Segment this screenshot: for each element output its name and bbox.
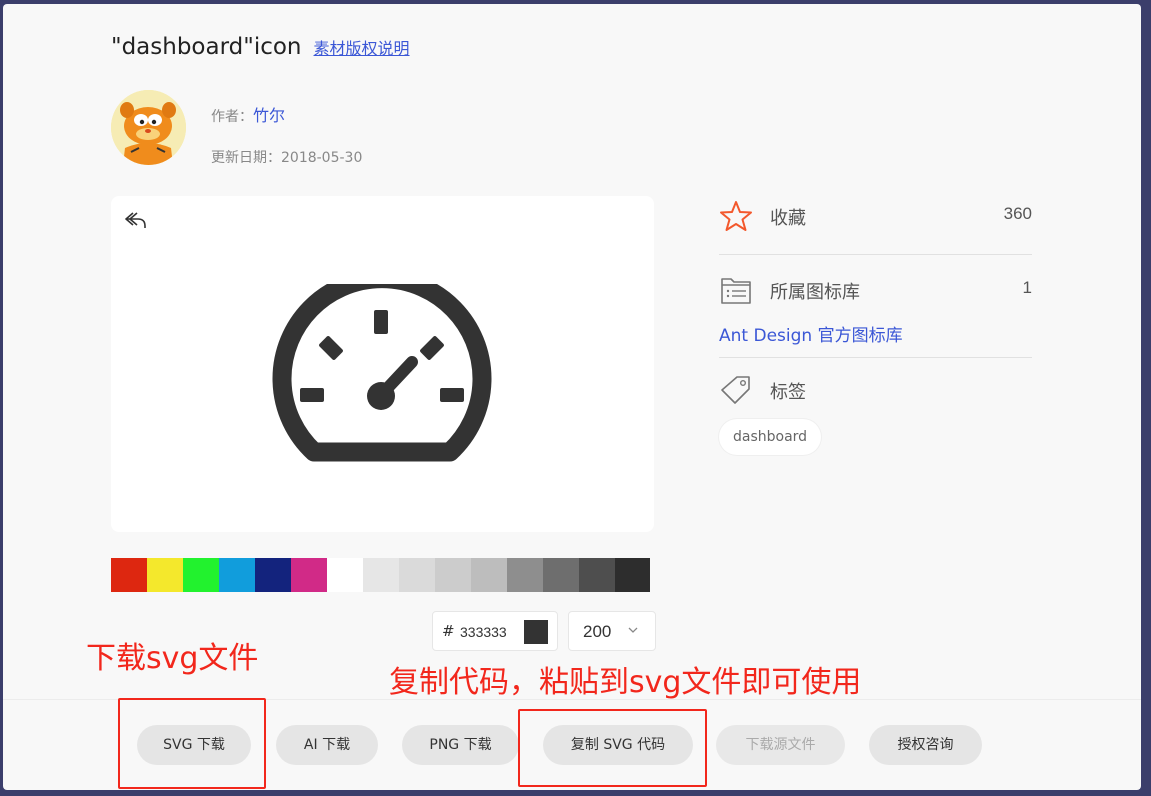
author-line: 作者：竹尔 — [211, 102, 285, 126]
color-input[interactable]: # 333333 — [432, 611, 558, 651]
color-swatch[interactable] — [147, 558, 183, 592]
chevron-down-icon — [628, 627, 638, 633]
color-swatch[interactable] — [363, 558, 399, 592]
size-value: 200 — [583, 622, 612, 641]
title-row: "dashboard"icon 素材版权说明 — [111, 34, 410, 60]
tag-icon — [721, 376, 750, 404]
color-palette — [111, 558, 650, 592]
divider — [719, 357, 1032, 358]
tags-row: 标签 — [719, 370, 1032, 410]
dashboard-icon — [272, 284, 492, 462]
favorite-row[interactable]: 收藏 360 — [719, 196, 1032, 236]
license-inquiry-button[interactable]: 授权咨询 — [869, 725, 982, 765]
color-swatch[interactable] — [219, 558, 255, 592]
color-swatch[interactable] — [255, 558, 291, 592]
undo-icon[interactable] — [123, 208, 149, 234]
color-preview-swatch[interactable] — [524, 620, 548, 644]
garfield-avatar-image — [111, 90, 186, 165]
color-swatch[interactable] — [183, 558, 219, 592]
library-link[interactable]: Ant Design 官方图标库 — [719, 321, 903, 346]
color-swatch[interactable] — [435, 558, 471, 592]
favorite-label: 收藏 — [770, 208, 806, 229]
tags-label: 标签 — [770, 382, 806, 403]
update-date: 2018-05-30 — [281, 150, 363, 166]
source-file-download-button[interactable]: 下载源文件 — [716, 725, 845, 765]
favorite-count: 360 — [1003, 204, 1032, 223]
annotation-download-svg: 下载svg文件 — [86, 641, 259, 676]
color-swatch[interactable] — [111, 558, 147, 592]
folder-list-icon — [721, 278, 751, 304]
color-value[interactable]: 333333 — [460, 624, 507, 640]
update-date-line: 更新日期：2018-05-30 — [211, 147, 362, 167]
size-select[interactable]: 200 — [568, 611, 656, 651]
icon-preview-panel — [111, 196, 654, 532]
annotation-copy-code: 复制代码，粘贴到svg文件即可使用 — [389, 665, 862, 700]
color-swatch[interactable] — [507, 558, 543, 592]
library-label: 所属图标库 — [770, 282, 860, 303]
color-swatch[interactable] — [615, 558, 650, 592]
tag-chip-dashboard[interactable]: dashboard — [719, 419, 822, 455]
color-swatch[interactable] — [291, 558, 327, 592]
highlight-box-svg-download — [118, 698, 266, 789]
icon-detail-dialog: "dashboard"icon 素材版权说明 作者：竹尔 更新日期：2018-0… — [3, 4, 1141, 790]
author-avatar[interactable] — [111, 90, 186, 165]
color-swatch[interactable] — [543, 558, 579, 592]
color-swatch[interactable] — [579, 558, 615, 592]
ai-download-button[interactable]: AI 下载 — [276, 725, 378, 765]
png-download-button[interactable]: PNG 下载 — [402, 725, 519, 765]
library-count: 1 — [1022, 278, 1032, 297]
copyright-link[interactable]: 素材版权说明 — [314, 35, 410, 59]
date-label: 更新日期： — [211, 150, 281, 166]
star-icon[interactable] — [719, 200, 753, 232]
divider — [719, 254, 1032, 255]
color-swatch[interactable] — [327, 558, 363, 592]
icon-title: "dashboard"icon — [111, 34, 302, 60]
author-label: 作者： — [211, 109, 253, 125]
author-name-link[interactable]: 竹尔 — [253, 106, 285, 125]
highlight-box-copy-svg — [518, 709, 707, 787]
library-row: 所属图标库 1 — [719, 270, 1032, 310]
color-swatch[interactable] — [399, 558, 435, 592]
color-swatch[interactable] — [471, 558, 507, 592]
hash-symbol: # — [442, 622, 455, 640]
